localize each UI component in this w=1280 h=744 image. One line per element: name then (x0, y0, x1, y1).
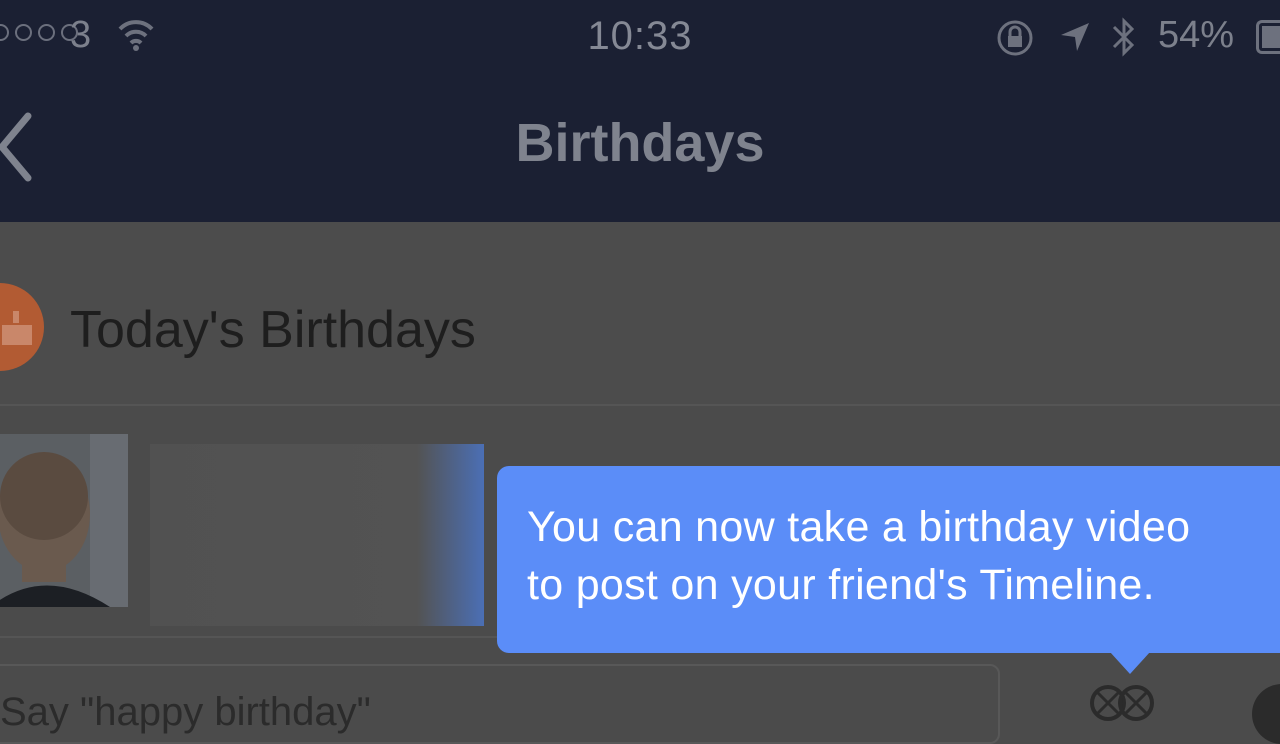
message-placeholder: Say "happy birthday" (0, 690, 371, 734)
tooltip-arrow (1110, 652, 1150, 674)
bluetooth-icon (1110, 16, 1138, 63)
friend-avatar[interactable] (0, 434, 128, 607)
status-bar: 3 10:33 54% (0, 0, 1280, 75)
page-title: Birthdays (515, 113, 765, 173)
tooltip-line-2: to post on your friend's Timeline. (527, 561, 1155, 609)
tooltip-message: You can now take a birthday video to pos… (527, 498, 1280, 614)
video-reel-icon[interactable] (1090, 683, 1154, 728)
friend-name-placeholder[interactable] (150, 444, 484, 626)
section-title: Today's Birthdays (70, 301, 476, 359)
divider (0, 404, 1280, 406)
location-arrow-icon (1058, 20, 1092, 59)
more-options-icon[interactable] (1252, 684, 1280, 744)
battery-icon (1256, 20, 1280, 54)
orientation-lock-icon (995, 18, 1035, 63)
battery-percent: 54% (1158, 14, 1235, 56)
tooltip-line-1: You can now take a birthday video (527, 503, 1191, 551)
cake-icon (0, 305, 36, 354)
